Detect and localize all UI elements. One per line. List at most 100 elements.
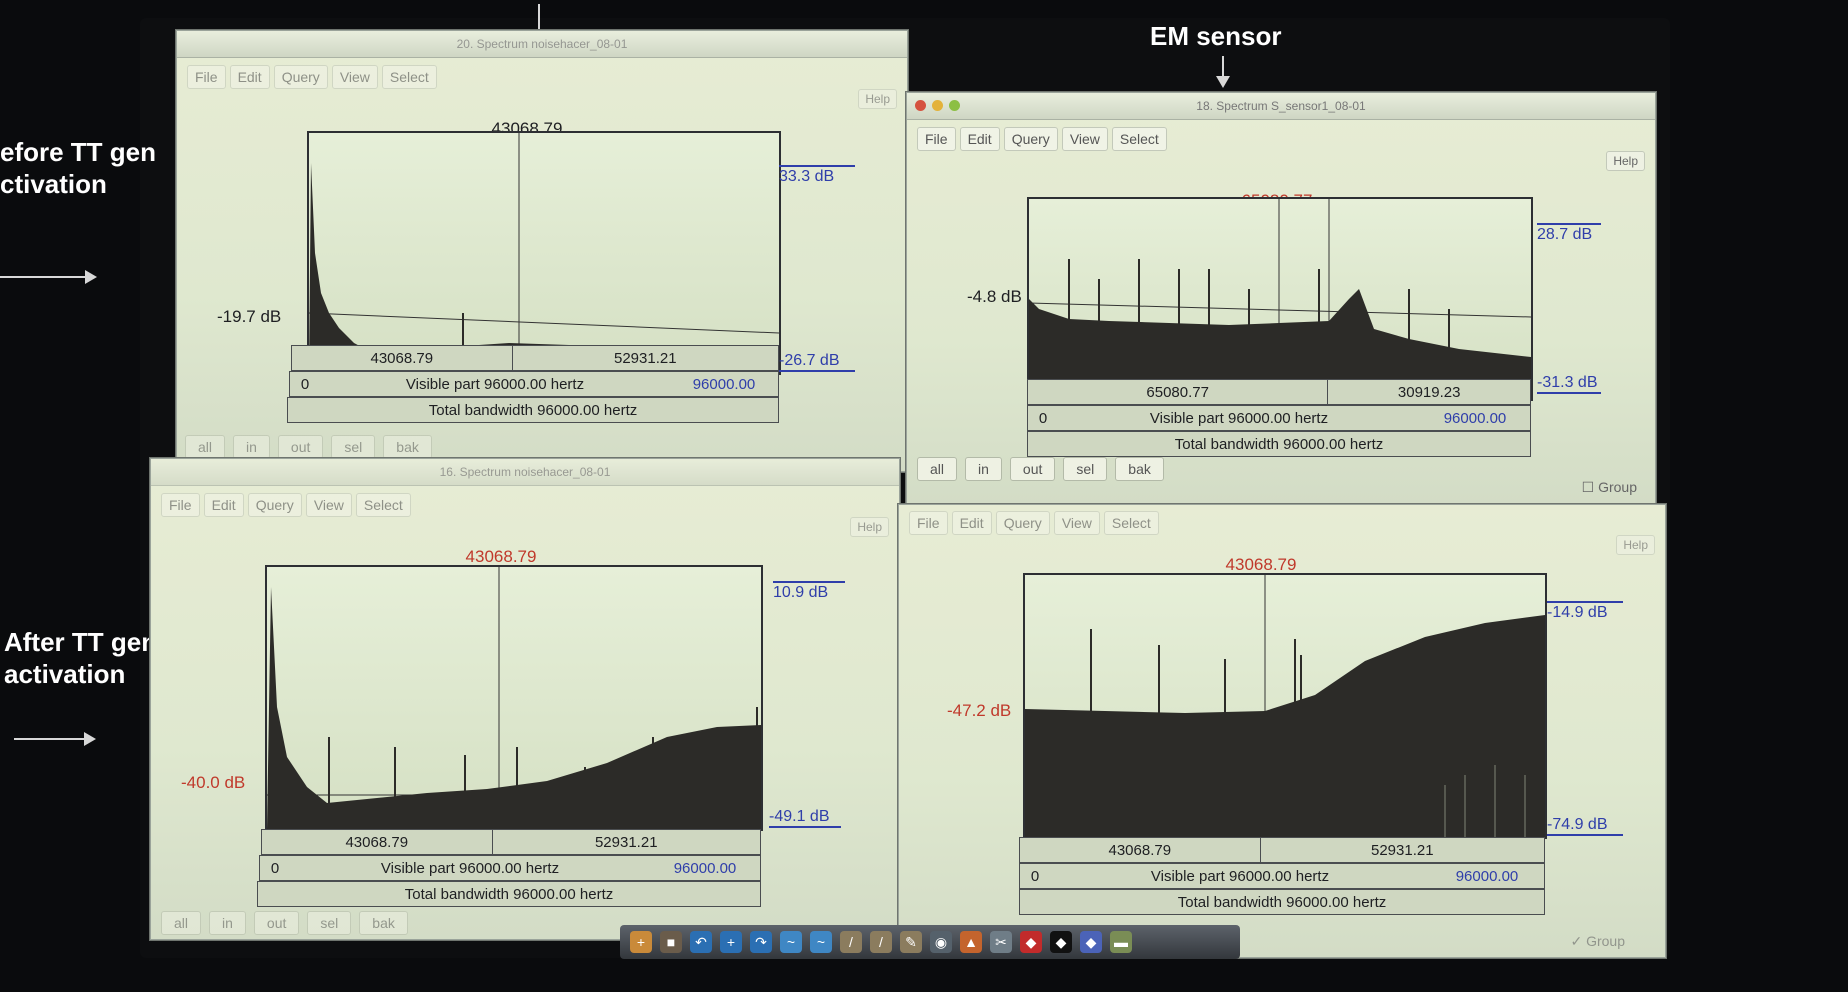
window-controls bbox=[915, 100, 960, 111]
btn-bak[interactable]: bak bbox=[383, 435, 432, 459]
spectrum-window-4: File Edit Query View Select Help 43068.7… bbox=[898, 504, 1666, 958]
visible-end: 96000.00 bbox=[673, 859, 737, 877]
btn-bak[interactable]: bak bbox=[1115, 457, 1164, 481]
menu-bar: File Edit Query View Select bbox=[917, 127, 1167, 151]
stamp-icon[interactable]: ■ bbox=[660, 931, 682, 953]
window-titlebar: 18. Spectrum S_sensor1_08-01 bbox=[907, 93, 1655, 120]
btn-out[interactable]: out bbox=[1009, 457, 1056, 481]
menu-view[interactable]: View bbox=[1061, 127, 1108, 151]
btn-bak[interactable]: bak bbox=[359, 911, 408, 935]
menu-file[interactable]: File bbox=[917, 127, 956, 151]
menu-view[interactable]: View bbox=[1053, 511, 1100, 535]
menu-file[interactable]: File bbox=[909, 511, 948, 535]
selection-start: 43068.79 bbox=[1020, 838, 1261, 862]
btn-out[interactable]: out bbox=[253, 911, 300, 935]
help-button[interactable]: Help bbox=[858, 89, 897, 109]
menu-query[interactable]: Query bbox=[1003, 127, 1058, 151]
minimize-icon[interactable] bbox=[932, 100, 943, 111]
menu-select[interactable]: Select bbox=[1103, 511, 1159, 535]
menu-query[interactable]: Query bbox=[995, 511, 1050, 535]
spectrum-window-1: 20. Spectrum noisehacer_08-01 File Edit … bbox=[176, 30, 908, 472]
folder-icon[interactable]: ▬ bbox=[1110, 931, 1132, 953]
spectrum-window-2: 18. Spectrum S_sensor1_08-01 File Edit Q… bbox=[906, 92, 1656, 506]
visible-part-text: Visible part 96000.00 hertz bbox=[1149, 409, 1329, 427]
zoom-icon[interactable] bbox=[949, 100, 960, 111]
help-button[interactable]: Help bbox=[1606, 151, 1645, 171]
total-bandwidth-row: Total bandwidth 96000.00 hertz bbox=[287, 397, 779, 423]
scissors-icon[interactable]: ✂ bbox=[990, 931, 1012, 953]
group-checkbox[interactable]: ☐ Group bbox=[1582, 479, 1637, 496]
btn-all[interactable]: all bbox=[161, 911, 202, 935]
total-bandwidth-text: Total bandwidth 96000.00 hertz bbox=[1174, 435, 1384, 453]
help-button[interactable]: Help bbox=[850, 517, 889, 537]
annotation-after: After TT gen activation bbox=[4, 627, 158, 689]
zoom-in-icon[interactable]: + bbox=[720, 931, 742, 953]
db-max-label: -14.9 dB bbox=[1547, 601, 1623, 622]
total-bandwidth-row: Total bandwidth 96000.00 hertz bbox=[257, 881, 761, 907]
cursor-frequency: 43068.79 bbox=[465, 547, 537, 566]
menu-file[interactable]: File bbox=[161, 493, 200, 517]
visible-part-row: 0 Visible part 96000.00 hertz 96000.00 bbox=[1027, 405, 1531, 431]
btn-out[interactable]: out bbox=[277, 435, 324, 459]
group-checkbox[interactable]: ✓ Group bbox=[1570, 933, 1625, 950]
menu-view[interactable]: View bbox=[331, 65, 378, 89]
menu-edit[interactable]: Edit bbox=[951, 511, 992, 535]
spectrum-graph bbox=[267, 567, 761, 829]
selection-row: 43068.79 52931.21 bbox=[261, 829, 761, 855]
btn-sel[interactable]: sel bbox=[1063, 457, 1108, 481]
visible-start: 0 bbox=[1030, 867, 1040, 885]
selection-start: 43068.79 bbox=[292, 346, 513, 370]
btn-sel[interactable]: sel bbox=[331, 435, 376, 459]
spectrum-plot[interactable] bbox=[1027, 197, 1533, 401]
zoom-buttons: all in out sel bak bbox=[185, 435, 432, 459]
spectrum-plot[interactable] bbox=[1023, 573, 1547, 839]
help-button[interactable]: Help bbox=[1616, 535, 1655, 555]
wave-icon[interactable]: ~ bbox=[810, 931, 832, 953]
arrow-right-icon bbox=[0, 270, 97, 284]
menu-select[interactable]: Select bbox=[381, 65, 437, 89]
menu-select[interactable]: Select bbox=[355, 493, 411, 517]
menu-edit[interactable]: Edit bbox=[203, 493, 244, 517]
cursor-db-value: -40.0 dB bbox=[181, 773, 246, 792]
brush-icon[interactable]: ✎ bbox=[900, 931, 922, 953]
btn-in[interactable]: in bbox=[209, 911, 246, 935]
annotation-em-sensor: EM sensor bbox=[1150, 21, 1282, 51]
db-max-label: 28.7 dB bbox=[1537, 223, 1601, 244]
btn-in[interactable]: in bbox=[965, 457, 1002, 481]
spectrum-graph bbox=[1025, 575, 1545, 837]
wave-icon[interactable]: ~ bbox=[780, 931, 802, 953]
plus-icon[interactable]: + bbox=[630, 931, 652, 953]
menu-file[interactable]: File bbox=[187, 65, 226, 89]
marker-icon[interactable]: ▲ bbox=[960, 931, 982, 953]
selection-end: 30919.23 bbox=[1397, 383, 1461, 401]
black-icon[interactable]: ◆ bbox=[1050, 931, 1072, 953]
window-title: 16. Spectrum noisehacer_08-01 bbox=[439, 465, 611, 479]
zoom-buttons: all in out sel bak bbox=[161, 911, 408, 935]
db-min-label: -74.9 dB bbox=[1547, 815, 1623, 836]
pen-icon[interactable]: / bbox=[840, 931, 862, 953]
undo-icon[interactable]: ↶ bbox=[690, 931, 712, 953]
btn-sel[interactable]: sel bbox=[307, 911, 352, 935]
close-icon[interactable] bbox=[915, 100, 926, 111]
menu-query[interactable]: Query bbox=[273, 65, 328, 89]
menu-bar: File Edit Query View Select bbox=[187, 65, 437, 89]
menu-select[interactable]: Select bbox=[1111, 127, 1167, 151]
btn-all[interactable]: all bbox=[185, 435, 226, 459]
total-bandwidth-text: Total bandwidth 96000.00 hertz bbox=[428, 401, 638, 419]
menu-view[interactable]: View bbox=[305, 493, 352, 517]
arrow-right-icon bbox=[14, 732, 96, 746]
spectrum-plot[interactable] bbox=[307, 131, 781, 375]
arrow-down-icon bbox=[1216, 56, 1230, 88]
btn-in[interactable]: in bbox=[233, 435, 270, 459]
eye-icon[interactable]: ◉ bbox=[930, 931, 952, 953]
menu-edit[interactable]: Edit bbox=[959, 127, 1000, 151]
spectrum-plot[interactable] bbox=[265, 565, 763, 831]
red-icon[interactable]: ◆ bbox=[1020, 931, 1042, 953]
blue-icon[interactable]: ◆ bbox=[1080, 931, 1102, 953]
btn-all[interactable]: all bbox=[917, 457, 958, 481]
menu-edit[interactable]: Edit bbox=[229, 65, 270, 89]
redo-icon[interactable]: ↷ bbox=[750, 931, 772, 953]
menu-query[interactable]: Query bbox=[247, 493, 302, 517]
pen-icon[interactable]: / bbox=[870, 931, 892, 953]
visible-start: 0 bbox=[300, 375, 310, 393]
